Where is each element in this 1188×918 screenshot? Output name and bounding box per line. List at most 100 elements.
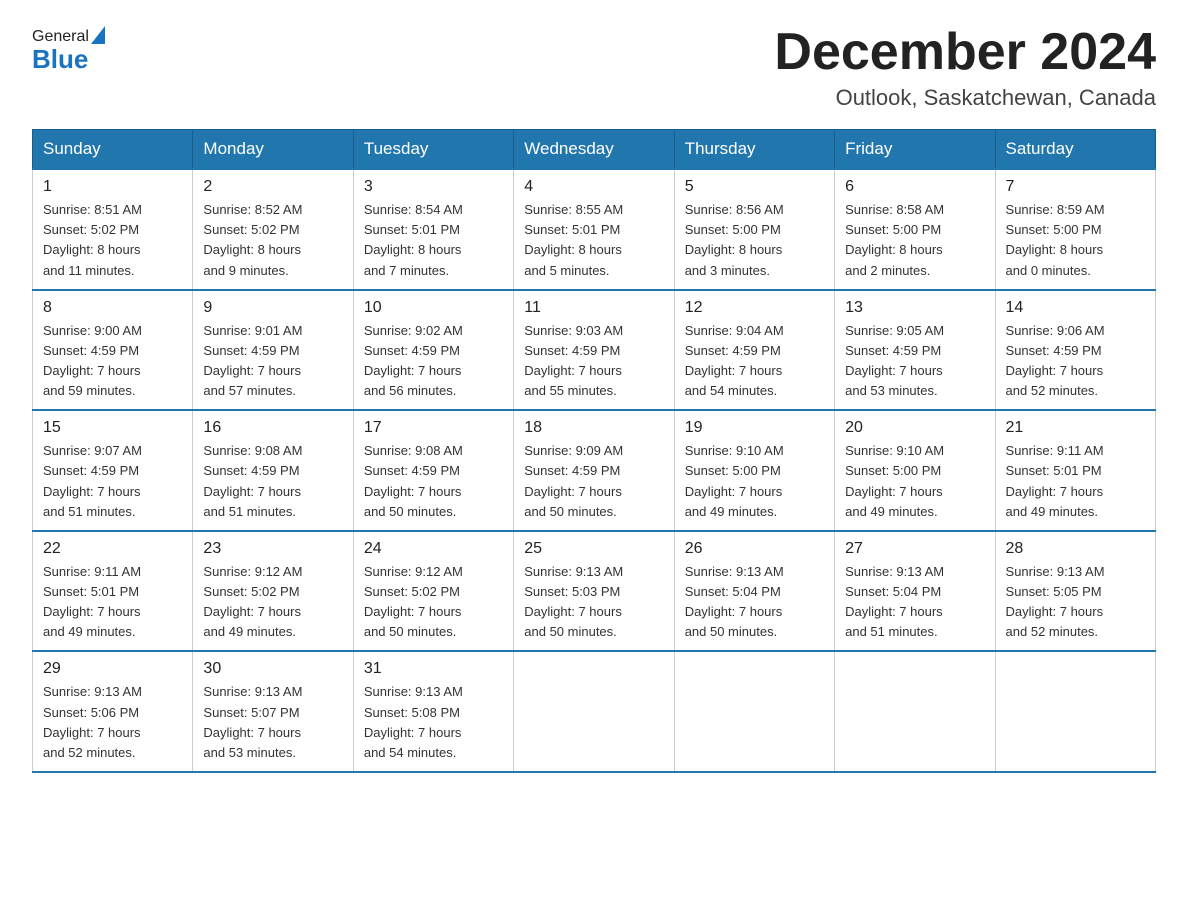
logo: General Blue [32,24,107,72]
logo-arrow-icon [91,26,105,44]
table-row: 9 Sunrise: 9:01 AMSunset: 4:59 PMDayligh… [193,290,353,411]
day-number: 14 [1006,299,1145,317]
day-number: 18 [524,419,663,437]
logo-blue-text: Blue [32,46,107,72]
table-row: 24 Sunrise: 9:12 AMSunset: 5:02 PMDaylig… [353,531,513,652]
day-info: Sunrise: 9:12 AMSunset: 5:02 PMDaylight:… [364,564,463,639]
day-number: 25 [524,540,663,558]
header-tuesday: Tuesday [353,130,513,170]
day-info: Sunrise: 9:13 AMSunset: 5:06 PMDaylight:… [43,684,142,759]
day-number: 8 [43,299,182,317]
day-info: Sunrise: 9:09 AMSunset: 4:59 PMDaylight:… [524,443,623,518]
day-number: 11 [524,299,663,317]
header-saturday: Saturday [995,130,1155,170]
day-number: 5 [685,178,824,196]
table-row: 11 Sunrise: 9:03 AMSunset: 4:59 PMDaylig… [514,290,674,411]
table-row: 12 Sunrise: 9:04 AMSunset: 4:59 PMDaylig… [674,290,834,411]
day-info: Sunrise: 8:52 AMSunset: 5:02 PMDaylight:… [203,202,302,277]
day-number: 13 [845,299,984,317]
day-number: 4 [524,178,663,196]
table-row: 1 Sunrise: 8:51 AMSunset: 5:02 PMDayligh… [33,169,193,290]
header-wednesday: Wednesday [514,130,674,170]
table-row: 5 Sunrise: 8:56 AMSunset: 5:00 PMDayligh… [674,169,834,290]
calendar-week-row: 22 Sunrise: 9:11 AMSunset: 5:01 PMDaylig… [33,531,1156,652]
day-info: Sunrise: 9:13 AMSunset: 5:07 PMDaylight:… [203,684,302,759]
table-row: 20 Sunrise: 9:10 AMSunset: 5:00 PMDaylig… [835,410,995,531]
day-number: 17 [364,419,503,437]
table-row: 13 Sunrise: 9:05 AMSunset: 4:59 PMDaylig… [835,290,995,411]
day-number: 15 [43,419,182,437]
day-info: Sunrise: 9:08 AMSunset: 4:59 PMDaylight:… [203,443,302,518]
day-number: 7 [1006,178,1145,196]
day-number: 24 [364,540,503,558]
calendar-table: Sunday Monday Tuesday Wednesday Thursday… [32,129,1156,773]
table-row: 4 Sunrise: 8:55 AMSunset: 5:01 PMDayligh… [514,169,674,290]
table-row: 19 Sunrise: 9:10 AMSunset: 5:00 PMDaylig… [674,410,834,531]
table-row [835,651,995,772]
day-number: 19 [685,419,824,437]
table-row: 10 Sunrise: 9:02 AMSunset: 4:59 PMDaylig… [353,290,513,411]
day-number: 22 [43,540,182,558]
day-info: Sunrise: 8:54 AMSunset: 5:01 PMDaylight:… [364,202,463,277]
day-info: Sunrise: 8:59 AMSunset: 5:00 PMDaylight:… [1006,202,1105,277]
day-info: Sunrise: 9:02 AMSunset: 4:59 PMDaylight:… [364,323,463,398]
day-info: Sunrise: 9:00 AMSunset: 4:59 PMDaylight:… [43,323,142,398]
day-info: Sunrise: 9:13 AMSunset: 5:04 PMDaylight:… [685,564,784,639]
table-row: 21 Sunrise: 9:11 AMSunset: 5:01 PMDaylig… [995,410,1155,531]
day-number: 12 [685,299,824,317]
day-info: Sunrise: 9:03 AMSunset: 4:59 PMDaylight:… [524,323,623,398]
page-header: General Blue December 2024 Outlook, Sask… [32,24,1156,111]
location-text: Outlook, Saskatchewan, Canada [774,85,1156,111]
header-thursday: Thursday [674,130,834,170]
day-number: 27 [845,540,984,558]
table-row: 25 Sunrise: 9:13 AMSunset: 5:03 PMDaylig… [514,531,674,652]
table-row: 16 Sunrise: 9:08 AMSunset: 4:59 PMDaylig… [193,410,353,531]
table-row: 2 Sunrise: 8:52 AMSunset: 5:02 PMDayligh… [193,169,353,290]
table-row: 7 Sunrise: 8:59 AMSunset: 5:00 PMDayligh… [995,169,1155,290]
day-number: 9 [203,299,342,317]
header-monday: Monday [193,130,353,170]
table-row: 18 Sunrise: 9:09 AMSunset: 4:59 PMDaylig… [514,410,674,531]
header-sunday: Sunday [33,130,193,170]
header-friday: Friday [835,130,995,170]
calendar-week-row: 15 Sunrise: 9:07 AMSunset: 4:59 PMDaylig… [33,410,1156,531]
day-number: 1 [43,178,182,196]
table-row: 27 Sunrise: 9:13 AMSunset: 5:04 PMDaylig… [835,531,995,652]
day-number: 31 [364,660,503,678]
logo-general-text: General [32,29,89,45]
day-number: 28 [1006,540,1145,558]
day-info: Sunrise: 9:13 AMSunset: 5:03 PMDaylight:… [524,564,623,639]
day-info: Sunrise: 9:10 AMSunset: 5:00 PMDaylight:… [845,443,944,518]
day-number: 23 [203,540,342,558]
table-row: 31 Sunrise: 9:13 AMSunset: 5:08 PMDaylig… [353,651,513,772]
weekday-header-row: Sunday Monday Tuesday Wednesday Thursday… [33,130,1156,170]
table-row: 23 Sunrise: 9:12 AMSunset: 5:02 PMDaylig… [193,531,353,652]
table-row: 17 Sunrise: 9:08 AMSunset: 4:59 PMDaylig… [353,410,513,531]
day-info: Sunrise: 9:08 AMSunset: 4:59 PMDaylight:… [364,443,463,518]
table-row [674,651,834,772]
table-row: 29 Sunrise: 9:13 AMSunset: 5:06 PMDaylig… [33,651,193,772]
day-number: 20 [845,419,984,437]
day-info: Sunrise: 9:01 AMSunset: 4:59 PMDaylight:… [203,323,302,398]
day-info: Sunrise: 9:11 AMSunset: 5:01 PMDaylight:… [1006,443,1104,518]
day-number: 6 [845,178,984,196]
calendar-week-row: 1 Sunrise: 8:51 AMSunset: 5:02 PMDayligh… [33,169,1156,290]
day-info: Sunrise: 8:51 AMSunset: 5:02 PMDaylight:… [43,202,142,277]
month-title: December 2024 [774,24,1156,81]
day-info: Sunrise: 8:58 AMSunset: 5:00 PMDaylight:… [845,202,944,277]
day-info: Sunrise: 9:13 AMSunset: 5:04 PMDaylight:… [845,564,944,639]
day-number: 2 [203,178,342,196]
table-row: 15 Sunrise: 9:07 AMSunset: 4:59 PMDaylig… [33,410,193,531]
table-row [995,651,1155,772]
day-number: 30 [203,660,342,678]
table-row: 22 Sunrise: 9:11 AMSunset: 5:01 PMDaylig… [33,531,193,652]
table-row [514,651,674,772]
table-row: 30 Sunrise: 9:13 AMSunset: 5:07 PMDaylig… [193,651,353,772]
day-number: 10 [364,299,503,317]
day-info: Sunrise: 8:55 AMSunset: 5:01 PMDaylight:… [524,202,623,277]
day-info: Sunrise: 9:12 AMSunset: 5:02 PMDaylight:… [203,564,302,639]
day-number: 29 [43,660,182,678]
table-row: 28 Sunrise: 9:13 AMSunset: 5:05 PMDaylig… [995,531,1155,652]
day-info: Sunrise: 8:56 AMSunset: 5:00 PMDaylight:… [685,202,784,277]
day-info: Sunrise: 9:13 AMSunset: 5:05 PMDaylight:… [1006,564,1105,639]
